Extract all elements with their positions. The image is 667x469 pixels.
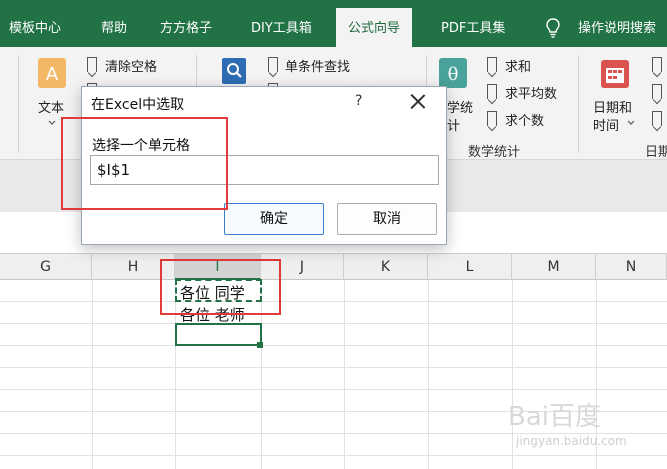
- chevron-down-icon: [48, 120, 56, 125]
- column-header-k[interactable]: K: [344, 254, 428, 280]
- grid-line: [344, 280, 345, 469]
- text-button-label[interactable]: 文本: [38, 97, 64, 116]
- datetime-button-label[interactable]: 日期和: [593, 97, 632, 116]
- highlight-box-cells: [160, 259, 281, 315]
- grid-line: [0, 323, 667, 324]
- calendar-icon: [601, 60, 629, 88]
- svg-text:θ: θ: [448, 64, 459, 85]
- grid-line: [92, 280, 93, 469]
- column-header-n[interactable]: N: [596, 254, 667, 280]
- ribbon-separator: [578, 55, 579, 153]
- grid-line: [428, 280, 429, 469]
- fill-handle[interactable]: [257, 342, 263, 348]
- bookmark-icon: [268, 57, 278, 72]
- tell-me-search[interactable]: 操作说明搜索: [578, 0, 656, 47]
- datetime-button-label2: 时间: [593, 119, 620, 134]
- column-header-l[interactable]: L: [428, 254, 512, 280]
- close-icon[interactable]: [407, 91, 429, 113]
- watermark-url: jingyan.baidu.com: [516, 434, 627, 448]
- tab-help[interactable]: 帮助: [101, 0, 127, 47]
- bookmark-icon: [652, 84, 662, 99]
- tab-template-center[interactable]: 模板中心: [9, 0, 61, 47]
- group-label-date: 日期: [645, 145, 667, 160]
- math-stats-button-label[interactable]: 学统: [447, 97, 473, 116]
- highlight-box-dialog: [61, 117, 228, 210]
- text-a-icon: A: [38, 58, 66, 88]
- grid-line: [0, 345, 667, 346]
- help-button[interactable]: ?: [355, 93, 362, 109]
- ok-button[interactable]: 确定: [224, 203, 324, 235]
- tab-fangfang[interactable]: 方方格子: [160, 0, 212, 47]
- grid-line: [0, 367, 667, 368]
- cancel-button[interactable]: 取消: [337, 203, 437, 235]
- grid-line: [0, 301, 667, 302]
- single-condition-lookup-button[interactable]: 单条件查找: [285, 56, 350, 75]
- ribbon-separator: [18, 55, 19, 153]
- bookmark-icon: [487, 111, 497, 126]
- tab-formula-guide[interactable]: 公式向导: [336, 8, 413, 47]
- ribbon-tab-bar: 模板中心 帮助 方方格子 DIY工具箱 公式向导 PDF工具集 操作说明搜索: [0, 0, 667, 47]
- grid-line: [0, 389, 667, 390]
- excel-window: { "ribbon_tabs": { "template": "模板中心", "…: [0, 0, 667, 469]
- theta-math-icon: θ: [439, 58, 467, 88]
- average-button[interactable]: 求平均数: [505, 83, 557, 102]
- tab-pdf-tools[interactable]: PDF工具集: [441, 0, 505, 47]
- bookmark-icon: [87, 57, 97, 72]
- lightbulb-icon: [546, 18, 560, 38]
- sum-button[interactable]: 求和: [505, 56, 531, 75]
- dialog-title: 在Excel中选取: [91, 97, 185, 113]
- bookmark-icon: [652, 111, 662, 126]
- column-header-m[interactable]: M: [512, 254, 596, 280]
- math-stats-button-label2: 计: [447, 119, 461, 134]
- svg-text:A: A: [46, 64, 59, 85]
- bookmark-icon: [652, 57, 662, 72]
- clear-spaces-button[interactable]: 清除空格: [105, 56, 157, 75]
- bookmark-icon: [487, 57, 497, 72]
- active-cell-i3[interactable]: [175, 323, 262, 346]
- tab-diy-toolbox[interactable]: DIY工具箱: [251, 0, 312, 47]
- baidu-watermark: Bai百度 jingyan.baidu.com: [508, 396, 658, 462]
- chevron-down-icon: [627, 120, 635, 125]
- lookup-search-icon: [222, 58, 246, 84]
- watermark-brand: Bai百度: [508, 402, 601, 432]
- column-header-g[interactable]: G: [0, 254, 92, 280]
- bookmark-icon: [487, 84, 497, 99]
- count-button[interactable]: 求个数: [505, 110, 544, 129]
- group-label-math-stats: 数学统计: [468, 145, 521, 160]
